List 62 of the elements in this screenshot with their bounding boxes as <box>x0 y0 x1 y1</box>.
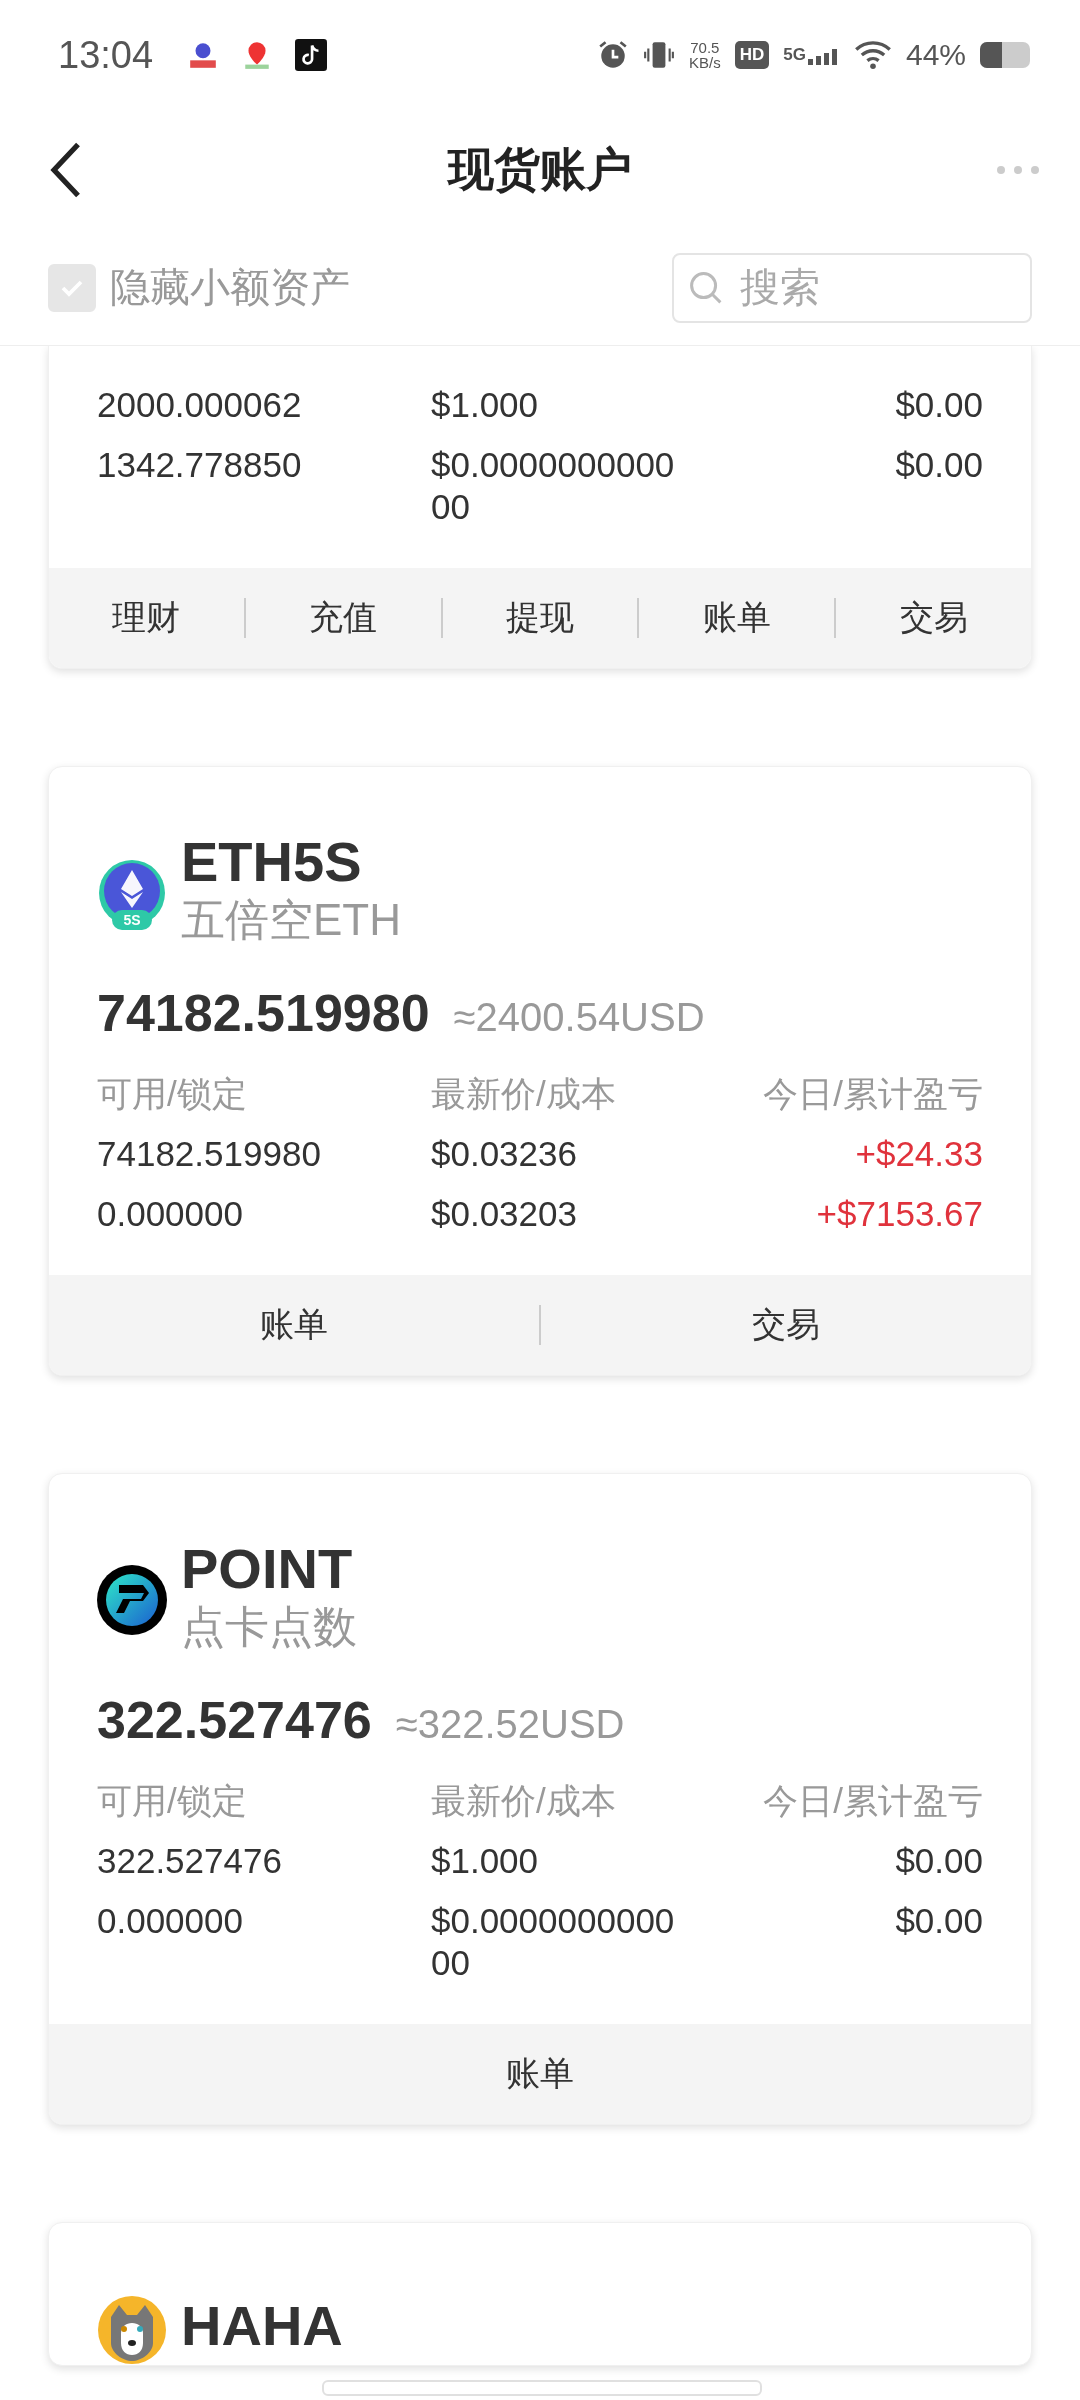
coin-name: 点卡点数 <box>181 1601 357 1653</box>
action-button[interactable]: 交易 <box>836 568 1031 668</box>
available-amount: 1342.778850 <box>97 444 303 486</box>
available-amount: 0.000000 <box>97 1193 244 1235</box>
signal-icon <box>807 49 840 65</box>
action-button[interactable]: 提现 <box>442 568 638 668</box>
balance-amount: 322.527476 <box>97 1690 372 1750</box>
coin-symbol: ETH5S <box>181 831 363 893</box>
available-amount: 322.527476 <box>97 1840 283 1882</box>
network-speed: 70.5 <box>690 40 720 55</box>
wifi-icon <box>853 39 892 71</box>
available-amount: 0.000000 <box>97 1900 244 1942</box>
available-amount: 2000.000062 <box>97 384 303 426</box>
profit-value: $0.00 <box>894 384 983 426</box>
balance-amount: 74182.519980 <box>97 983 430 1043</box>
logo-badge: 5S <box>112 910 152 930</box>
battery-icon <box>980 42 1030 68</box>
column-label: 今日/累计盈亏 <box>762 1780 983 1822</box>
column-label: 可用/锁定 <box>97 1780 248 1822</box>
price-value: $1.000 <box>431 1840 540 1882</box>
usd-value: ≈322.52USD <box>395 1702 625 1747</box>
price-value: $0.03236 <box>431 1133 578 1175</box>
price-value: $0.000000000000 <box>431 1900 676 1984</box>
coin-symbol: HAHA <box>181 2295 343 2357</box>
coin-symbol: POINT <box>181 1538 354 1600</box>
search-field[interactable]: 搜索 <box>672 252 1032 323</box>
action-button[interactable]: 充值 <box>245 568 441 668</box>
available-amount: 74182.519980 <box>97 1133 322 1175</box>
network-type: 5G <box>783 45 806 65</box>
alarm-icon <box>597 39 629 71</box>
column-label: 最新价/成本 <box>431 1073 617 1115</box>
music-note-app-icon <box>295 39 328 71</box>
price-value: $0.03203 <box>431 1193 578 1235</box>
profit-value: $0.00 <box>894 444 983 486</box>
hd-badge: HD <box>734 41 770 69</box>
price-value: $0.000000000000 <box>431 444 676 528</box>
page-title: 现货账户 <box>448 142 632 197</box>
profit-value: +$7153.67 <box>815 1193 983 1235</box>
battery-percent: 44% <box>905 38 966 72</box>
action-button[interactable]: 账单 <box>49 1275 539 1375</box>
coin-name: 五倍空ETH <box>181 894 401 946</box>
status-time: 13:04 <box>58 33 154 77</box>
column-label: 最新价/成本 <box>431 1780 617 1822</box>
profit-value: $0.00 <box>894 1840 983 1882</box>
usd-value: ≈2400.54USD <box>453 995 705 1040</box>
column-label: 可用/锁定 <box>97 1073 248 1115</box>
search-icon <box>688 269 724 306</box>
network-speed-unit: KB/s <box>689 55 721 70</box>
gesture-bar[interactable] <box>322 2380 762 2396</box>
price-value: $1.000 <box>431 384 540 426</box>
vibrate-icon <box>643 39 675 71</box>
checkbox[interactable] <box>48 263 96 312</box>
coin-logo-icon <box>97 1565 167 1635</box>
action-button[interactable]: 账单 <box>639 568 835 668</box>
checkbox-label: 隐藏小额资产 <box>110 264 350 311</box>
column-label: 今日/累计盈亏 <box>762 1073 983 1115</box>
more-icon[interactable] <box>996 165 1040 175</box>
profit-value: +$24.33 <box>854 1133 983 1175</box>
action-button[interactable]: 理财 <box>49 568 244 668</box>
action-button[interactable]: 账单 <box>49 2024 1031 2124</box>
action-button[interactable]: 交易 <box>541 1275 1031 1375</box>
profit-value: $0.00 <box>894 1900 983 1942</box>
